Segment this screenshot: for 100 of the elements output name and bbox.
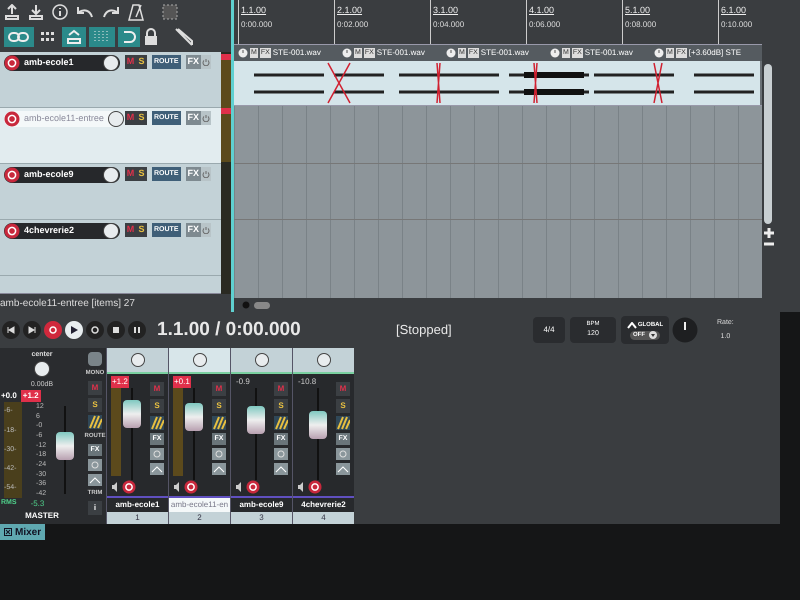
knob-icon[interactable]	[192, 353, 206, 367]
speaker-icon[interactable]	[297, 482, 304, 492]
knob-icon[interactable]	[103, 167, 119, 183]
go-to-start-icon	[7, 326, 15, 334]
fx-button[interactable]: FX	[186, 223, 202, 237]
link-icon[interactable]	[4, 27, 34, 47]
envelope-icon[interactable]	[150, 463, 164, 475]
routing-icon[interactable]	[150, 416, 164, 430]
go-to-start-button[interactable]	[2, 321, 20, 339]
play-state-text: [Stopped]	[396, 321, 453, 340]
solo-button[interactable]: S	[136, 111, 147, 125]
envelope-icon[interactable]	[88, 474, 102, 486]
bypass-button[interactable]	[201, 55, 212, 69]
selection-box-icon[interactable]	[162, 4, 178, 20]
channel-name[interactable]: amb-ecole9	[231, 498, 292, 512]
info-button[interactable]: i	[88, 501, 102, 515]
record-arm-icon[interactable]	[308, 480, 322, 494]
item-volume-icon[interactable]	[238, 48, 248, 58]
record-arm-icon[interactable]	[246, 480, 260, 494]
snap-icon[interactable]	[62, 27, 86, 47]
channel-number: 2	[197, 512, 202, 524]
fader-thumb[interactable]	[56, 432, 74, 460]
channel-name[interactable]: amb-ecole11-en	[169, 498, 230, 512]
item-volume-icon[interactable]	[342, 48, 352, 58]
solo-button[interactable]: S	[88, 398, 102, 412]
routing-icon[interactable]	[212, 416, 226, 430]
record-button[interactable]	[44, 321, 62, 339]
speaker-icon[interactable]	[111, 482, 118, 492]
close-icon[interactable]	[4, 528, 12, 536]
knob-icon[interactable]	[130, 353, 144, 367]
knob-icon[interactable]	[108, 111, 124, 127]
level-reading: +0.0	[1, 390, 17, 402]
zoom-in-icon[interactable]	[764, 228, 774, 238]
solo-button[interactable]: S	[150, 399, 164, 413]
time-signature[interactable]: 4/4	[533, 317, 565, 343]
knob-icon[interactable]	[103, 223, 119, 239]
envelope-icon[interactable]	[274, 463, 288, 475]
knob-icon[interactable]	[34, 360, 50, 376]
upload-icon[interactable]	[4, 4, 20, 20]
pause-button[interactable]	[128, 321, 146, 339]
solo-button[interactable]: S	[212, 399, 226, 413]
knob-icon[interactable]	[103, 55, 119, 71]
fader-thumb[interactable]	[247, 406, 265, 434]
knob-icon[interactable]	[254, 353, 268, 367]
automation-icon	[626, 322, 637, 328]
speaker-icon[interactable]	[173, 482, 180, 492]
go-to-end-button[interactable]	[23, 321, 41, 339]
peak-reading: +0.1	[173, 376, 191, 388]
horizontal-scrollbar[interactable]	[254, 302, 270, 308]
play-icon	[70, 326, 78, 334]
knob-icon[interactable]	[316, 353, 330, 367]
solo-button[interactable]: S	[136, 55, 147, 69]
mixer-tab[interactable]: Mixer	[0, 524, 46, 540]
zoom-dot-icon[interactable]	[242, 301, 250, 309]
envelope-icon[interactable]	[212, 463, 226, 475]
fx-button[interactable]: FX	[186, 167, 202, 181]
loop-icon[interactable]	[118, 27, 140, 47]
lock-icon[interactable]	[143, 28, 159, 46]
play-button[interactable]	[65, 321, 83, 339]
routing-icon[interactable]	[336, 416, 350, 430]
item-volume-icon[interactable]	[550, 48, 560, 58]
fader-thumb[interactable]	[123, 400, 141, 428]
info-icon[interactable]	[52, 4, 68, 20]
record-arm-icon[interactable]	[4, 167, 20, 183]
channel-name[interactable]: 4chevrerie2	[293, 498, 354, 512]
undo-icon[interactable]	[76, 5, 94, 19]
solo-button[interactable]: S	[136, 167, 147, 181]
routing-icon[interactable]	[88, 415, 102, 429]
routing-icon[interactable]	[274, 416, 288, 430]
download-icon[interactable]	[28, 4, 44, 20]
solo-button[interactable]: S	[274, 399, 288, 413]
record-arm-icon[interactable]	[122, 480, 136, 494]
bar-label: 4.1.00	[529, 4, 556, 17]
fader-thumb[interactable]	[185, 403, 203, 432]
solo-button[interactable]: S	[336, 399, 350, 413]
zoom-out-icon[interactable]	[764, 242, 774, 246]
record-arm-icon[interactable]	[4, 223, 20, 239]
item-label: STE-001.wav	[376, 47, 425, 59]
dotted-grid-icon[interactable]	[89, 27, 115, 47]
fx-button[interactable]: FX	[186, 111, 202, 125]
speaker-icon[interactable]	[235, 482, 242, 492]
envelope-icon[interactable]	[336, 463, 350, 475]
channel-name[interactable]: amb-ecole1	[107, 498, 168, 512]
record-arm-icon[interactable]	[184, 480, 198, 494]
rate-knob-icon[interactable]	[672, 317, 698, 343]
solo-button[interactable]: S	[136, 223, 147, 237]
fader-thumb[interactable]	[309, 410, 327, 439]
stop-button[interactable]	[107, 321, 125, 339]
redo-icon[interactable]	[102, 5, 120, 19]
repeat-button[interactable]	[86, 321, 104, 339]
record-arm-icon[interactable]	[4, 55, 20, 71]
bypass-button[interactable]	[201, 111, 212, 125]
bypass-button[interactable]	[201, 223, 212, 237]
fx-button[interactable]: FX	[186, 55, 202, 69]
bypass-button[interactable]	[201, 167, 212, 181]
mono-button[interactable]	[88, 352, 102, 366]
item-volume-icon[interactable]	[446, 48, 456, 58]
item-volume-icon[interactable]	[654, 48, 664, 58]
metronome-icon[interactable]	[128, 3, 144, 21]
vertical-scrollbar[interactable]	[764, 64, 772, 224]
